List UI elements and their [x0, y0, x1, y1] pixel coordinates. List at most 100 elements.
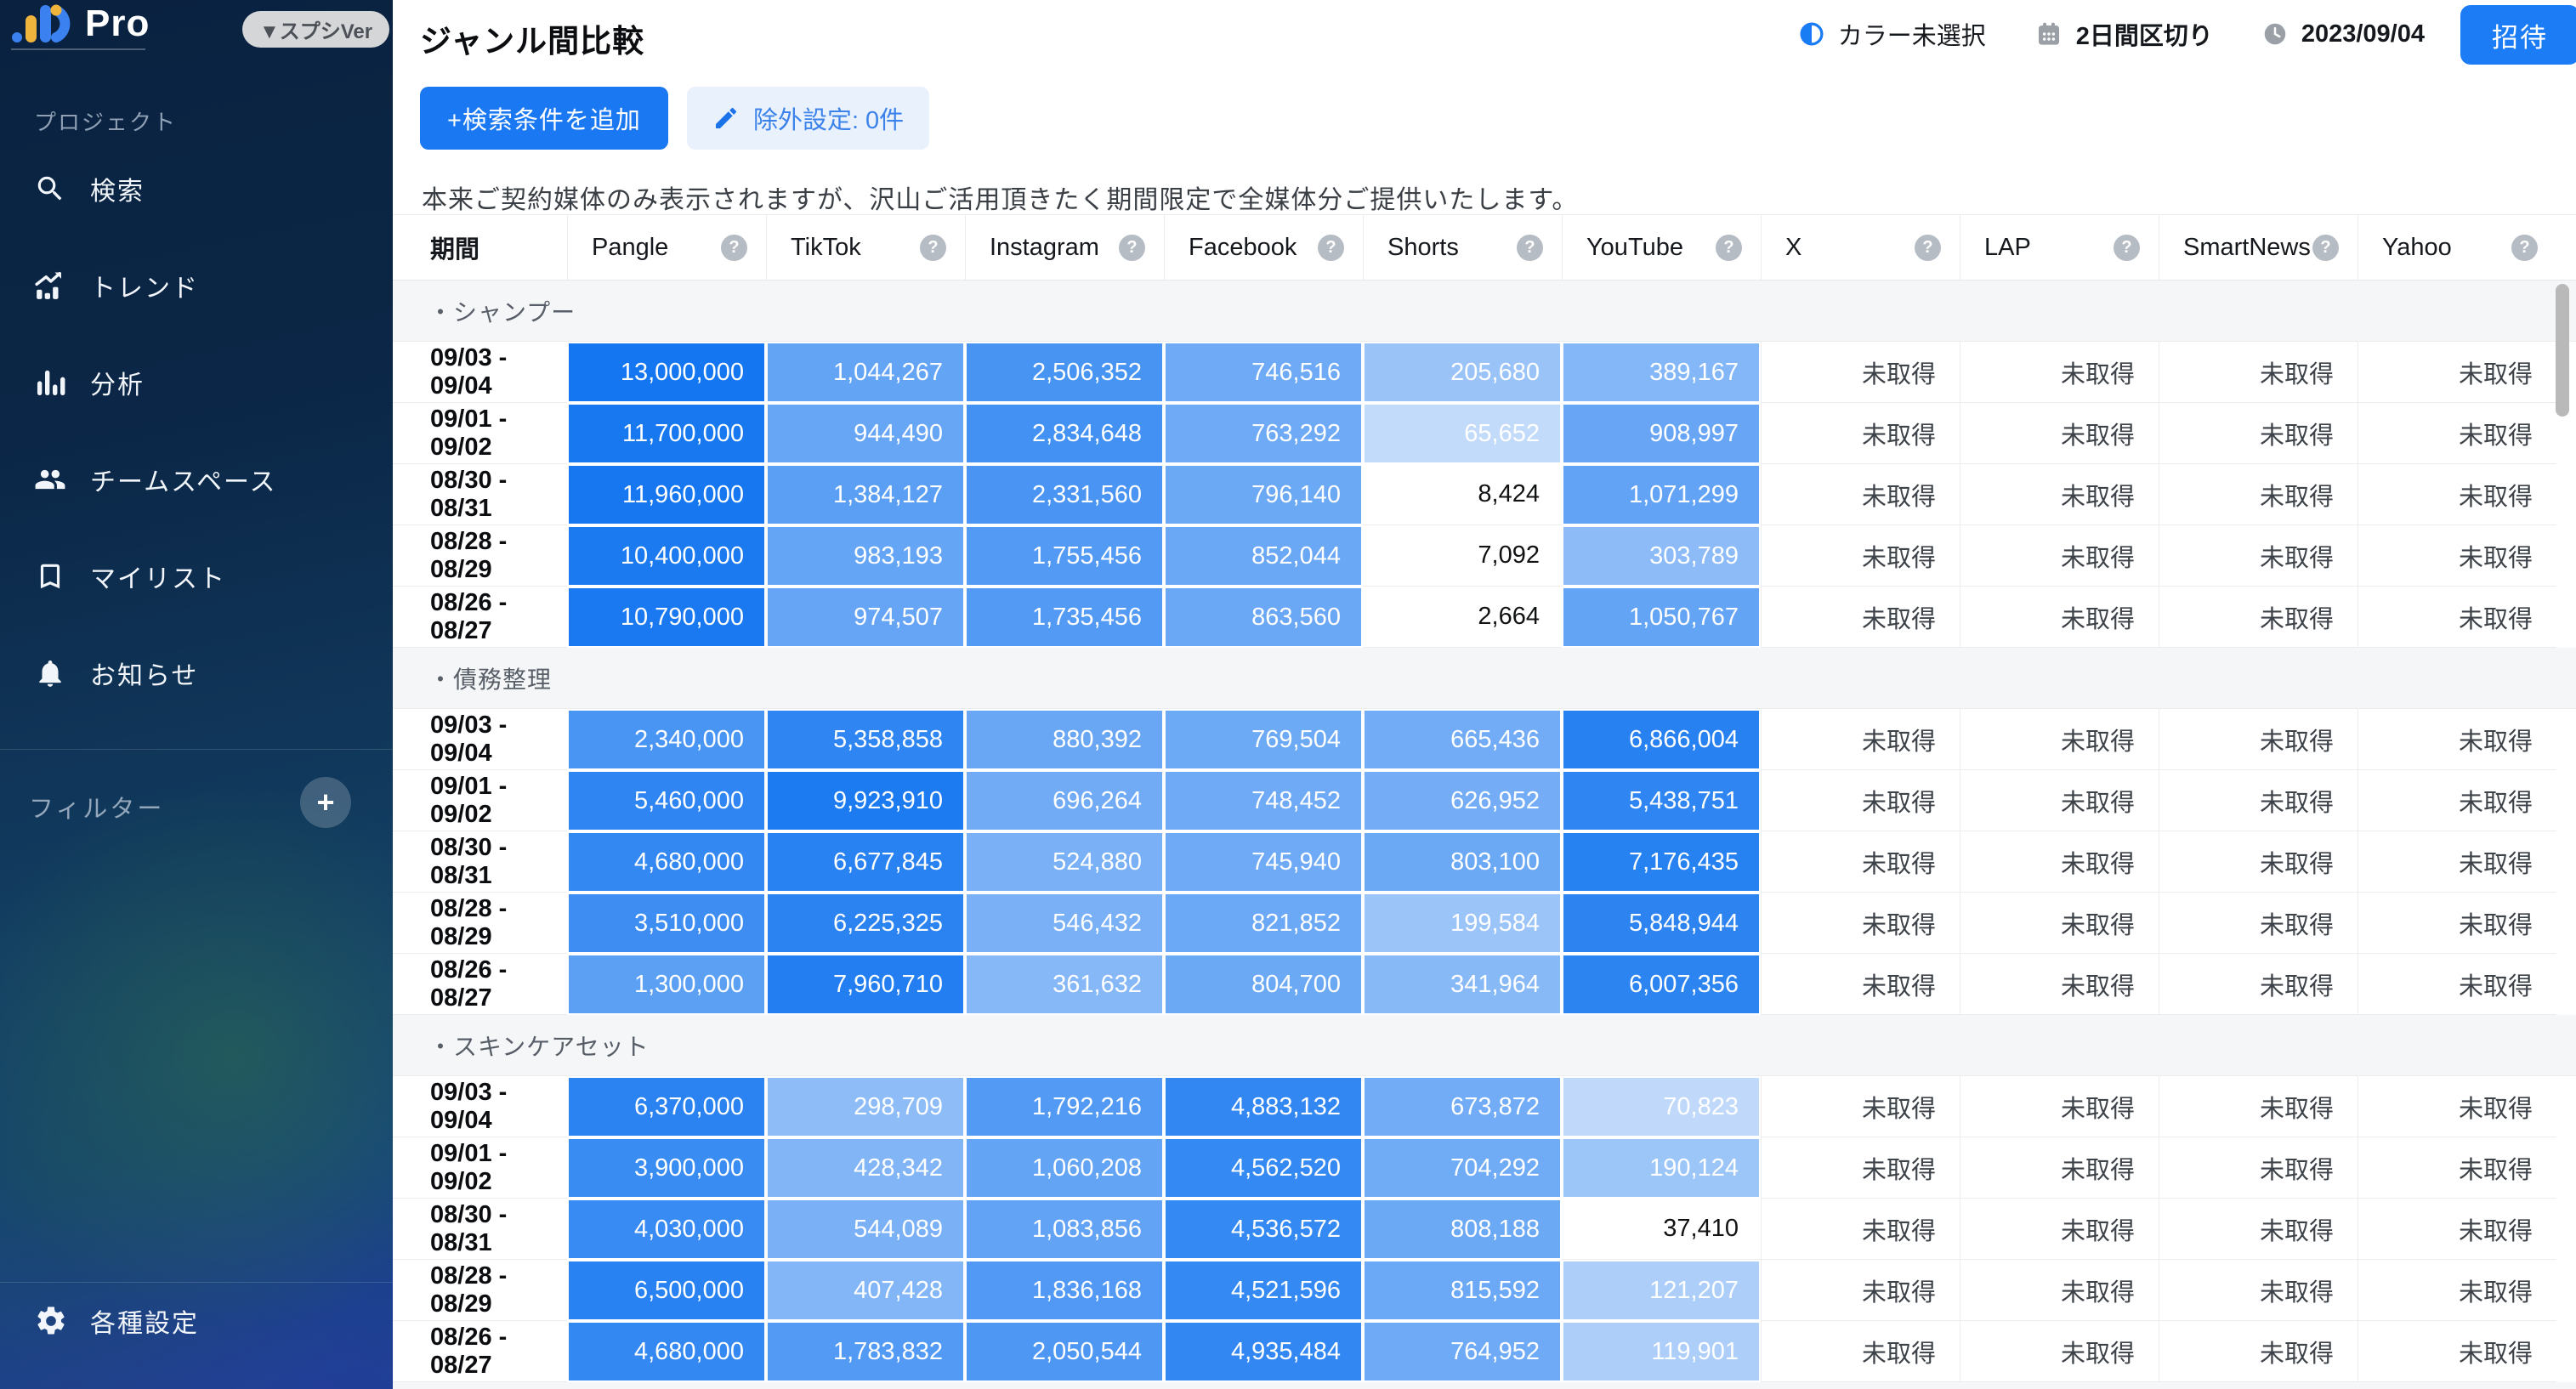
- value-cell: 428,342: [766, 1137, 965, 1199]
- not-acquired-cell: 未取得: [1960, 464, 2159, 525]
- sidebar-item-search[interactable]: 検索: [0, 140, 393, 237]
- sidebar: Pro ▼スプシVer プロジェクト 検索 トレンド: [0, 0, 393, 1389]
- not-acquired-cell: 未取得: [1761, 1076, 1960, 1137]
- value-cell: 1,755,456: [965, 525, 1164, 587]
- period-cell: 08/30 - 08/31: [393, 464, 567, 525]
- not-acquired-cell: 未取得: [2159, 831, 2358, 893]
- value-cell: 673,872: [1363, 1076, 1562, 1137]
- not-acquired-cell: 未取得: [2159, 1321, 2358, 1382]
- comparison-table: 期間Pangle?TikTok?Instagram?Facebook?Short…: [393, 214, 2576, 1389]
- value-cell: 70,823: [1562, 1076, 1761, 1137]
- value-cell: 9,923,910: [766, 770, 965, 831]
- column-header-label: TikTok: [791, 234, 861, 262]
- value-cell: 1,083,856: [965, 1199, 1164, 1260]
- logo-bars-icon: [11, 4, 71, 43]
- sidebar-section-label: プロジェクト: [34, 105, 177, 137]
- value-cell: 944,490: [766, 403, 965, 464]
- help-icon[interactable]: ?: [1119, 235, 1145, 261]
- clock-icon: [2262, 21, 2288, 47]
- sidebar-item-label: お知らせ: [90, 655, 198, 692]
- column-header-x: X?: [1761, 215, 1960, 280]
- value-cell: 13,000,000: [567, 342, 766, 403]
- help-icon[interactable]: ?: [2312, 235, 2339, 261]
- add-condition-button[interactable]: +検索条件を追加: [420, 87, 668, 150]
- value-cell: 3,510,000: [567, 893, 766, 954]
- value-cell: 389,167: [1562, 342, 1761, 403]
- help-icon[interactable]: ?: [1517, 235, 1543, 261]
- help-icon[interactable]: ?: [2114, 235, 2140, 261]
- value-cell: 803,100: [1363, 831, 1562, 893]
- mylist-icon: [34, 560, 66, 592]
- help-icon[interactable]: ?: [721, 235, 747, 261]
- invite-button[interactable]: 招待: [2460, 5, 2576, 65]
- not-acquired-cell: 未取得: [1960, 1260, 2159, 1321]
- value-cell: 804,700: [1164, 954, 1363, 1015]
- sidebar-item-teamspace[interactable]: チームスペース: [0, 431, 393, 528]
- sidebar-item-mylist[interactable]: マイリスト: [0, 528, 393, 625]
- help-icon[interactable]: ?: [1318, 235, 1344, 261]
- help-icon[interactable]: ?: [1716, 235, 1742, 261]
- value-cell: 852,044: [1164, 525, 1363, 587]
- value-cell: 4,883,132: [1164, 1076, 1363, 1137]
- column-header-label: Pangle: [592, 234, 668, 262]
- sidebar-item-notifications[interactable]: お知らせ: [0, 625, 393, 722]
- not-acquired-cell: 未取得: [1960, 709, 2159, 770]
- help-icon[interactable]: ?: [2511, 235, 2538, 261]
- exclusion-settings-button[interactable]: 除外設定: 0件: [687, 87, 929, 150]
- period-cell: 09/01 - 09/02: [393, 403, 567, 464]
- period-cell: 08/28 - 08/29: [393, 525, 567, 587]
- row-filler: [2556, 1260, 2576, 1321]
- value-cell: 1,300,000: [567, 954, 766, 1015]
- row-filler: [2556, 770, 2576, 831]
- color-select-control[interactable]: カラー未選択: [1799, 16, 1986, 52]
- period-cell: 09/03 - 09/04: [393, 709, 567, 770]
- vertical-scrollbar-thumb[interactable]: [2556, 284, 2569, 417]
- sidebar-divider: [0, 749, 393, 750]
- table-row: 08/26 - 08/274,680,0001,783,8322,050,544…: [393, 1321, 2576, 1382]
- value-cell: 544,089: [766, 1199, 965, 1260]
- search-icon: [34, 173, 66, 205]
- row-filler: [2556, 464, 2576, 525]
- app-logo[interactable]: Pro: [11, 4, 150, 43]
- column-header-label: Shorts: [1387, 234, 1459, 262]
- value-cell: 7,960,710: [766, 954, 965, 1015]
- not-acquired-cell: 未取得: [1761, 587, 1960, 648]
- period-cell: 08/28 - 08/29: [393, 1260, 567, 1321]
- value-cell: 626,952: [1363, 770, 1562, 831]
- value-cell: 1,060,208: [965, 1137, 1164, 1199]
- not-acquired-cell: 未取得: [1761, 464, 1960, 525]
- not-acquired-cell: 未取得: [1960, 1076, 2159, 1137]
- not-acquired-cell: 未取得: [2159, 1260, 2358, 1321]
- table-row: 09/03 - 09/0413,000,0001,044,2672,506,35…: [393, 342, 2576, 403]
- value-cell: 880,392: [965, 709, 1164, 770]
- exclusion-settings-label: 除外設定: 0件: [753, 100, 904, 136]
- value-cell: 119,901: [1562, 1321, 1761, 1382]
- column-header-lap: LAP?: [1960, 215, 2159, 280]
- help-icon[interactable]: ?: [1915, 235, 1941, 261]
- not-acquired-cell: 未取得: [1960, 770, 2159, 831]
- sidebar-item-trend[interactable]: トレンド: [0, 237, 393, 334]
- not-acquired-cell: 未取得: [1761, 893, 1960, 954]
- help-icon[interactable]: ?: [920, 235, 946, 261]
- not-acquired-cell: 未取得: [2358, 1199, 2556, 1260]
- period-cell: 09/03 - 09/04: [393, 1076, 567, 1137]
- interval-label: 2日間区切り: [2076, 16, 2213, 52]
- not-acquired-cell: 未取得: [2358, 1260, 2556, 1321]
- date-control[interactable]: 2023/09/04: [2262, 20, 2425, 48]
- interval-control[interactable]: 2日間区切り: [2035, 16, 2213, 52]
- group-header-row: ・シャンプー: [393, 281, 2576, 342]
- version-badge[interactable]: ▼スプシVer: [242, 11, 389, 48]
- column-header-pangle: Pangle?: [567, 215, 766, 280]
- value-cell: 303,789: [1562, 525, 1761, 587]
- sidebar-item-settings[interactable]: 各種設定: [34, 1302, 199, 1340]
- row-filler: [2556, 587, 2576, 648]
- not-acquired-cell: 未取得: [1960, 1321, 2159, 1382]
- add-filter-button[interactable]: +: [300, 777, 351, 828]
- not-acquired-cell: 未取得: [1960, 893, 2159, 954]
- column-header-shorts: Shorts?: [1363, 215, 1562, 280]
- sidebar-item-analytics[interactable]: 分析: [0, 334, 393, 431]
- group-label: ・債務整理: [393, 648, 2576, 709]
- value-cell: 5,848,944: [1562, 893, 1761, 954]
- period-cell: 08/26 - 08/27: [393, 1321, 567, 1382]
- not-acquired-cell: 未取得: [2358, 831, 2556, 893]
